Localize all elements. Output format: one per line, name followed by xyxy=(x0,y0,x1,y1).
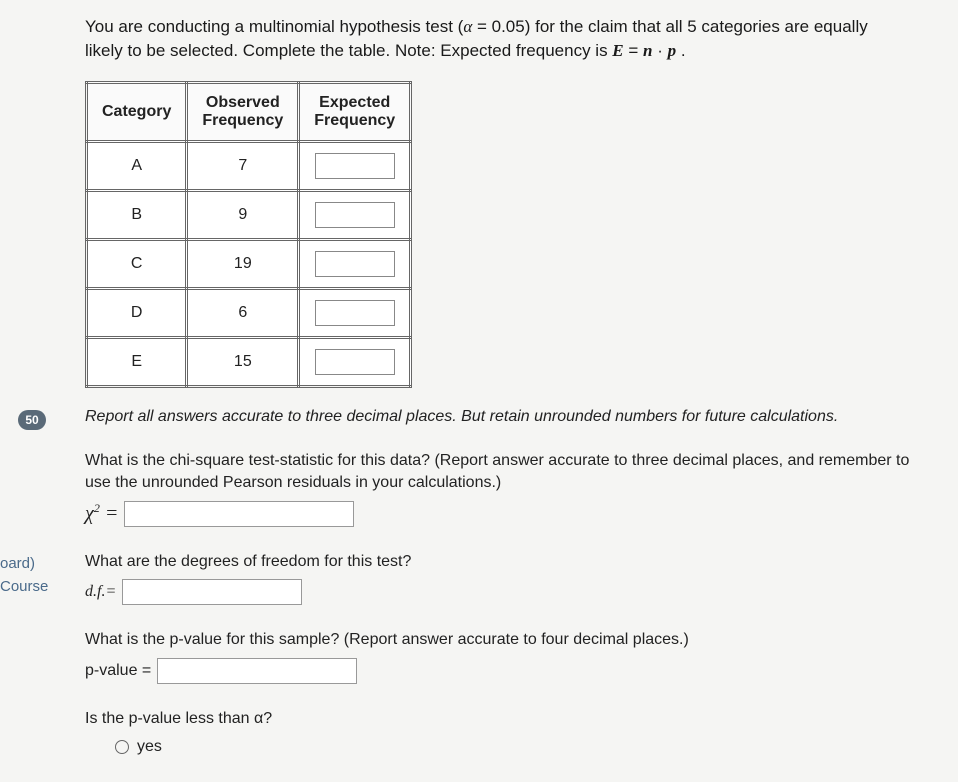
df-input[interactable] xyxy=(122,579,302,605)
intro-text-2: = 0.05) for the claim that all 5 categor… xyxy=(472,17,867,36)
header-expected-l2: Frequency xyxy=(314,112,395,129)
expected-input-d[interactable] xyxy=(315,300,395,326)
expected-input-e[interactable] xyxy=(315,349,395,375)
cell-category: C xyxy=(87,239,187,288)
question-number-badge: 50 xyxy=(18,410,46,430)
cell-observed: 7 xyxy=(187,141,299,190)
df-label: d.f.= xyxy=(85,583,116,601)
radio-circle-icon[interactable] xyxy=(115,740,129,754)
header-observed-l1: Observed xyxy=(206,94,280,111)
question-pvalue: What is the p-value for this sample? (Re… xyxy=(85,629,938,651)
pvalue-input[interactable] xyxy=(157,658,357,684)
cell-expected xyxy=(299,288,411,337)
chi-symbol: χ2 = xyxy=(85,501,118,526)
header-expected-l1: Expected xyxy=(319,94,390,111)
cell-observed: 6 xyxy=(187,288,299,337)
question-df: What are the degrees of freedom for this… xyxy=(85,551,938,573)
df-answer: d.f.= xyxy=(85,579,938,605)
cell-category: D xyxy=(87,288,187,337)
chi-square-input[interactable] xyxy=(124,501,354,527)
table-row: A 7 xyxy=(87,141,411,190)
cell-expected xyxy=(299,337,411,386)
pvalue-label: p-value = xyxy=(85,662,151,680)
question-compare-alpha: Is the p-value less than α? xyxy=(85,708,938,730)
table-row: E 15 xyxy=(87,337,411,386)
chi-eq: = xyxy=(100,503,119,525)
cell-category: B xyxy=(87,190,187,239)
cell-observed: 15 xyxy=(187,337,299,386)
expected-input-b[interactable] xyxy=(315,202,395,228)
intro-text-1: You are conducting a multinomial hypothe… xyxy=(85,17,463,36)
alpha-symbol: α xyxy=(463,17,472,36)
cell-category: A xyxy=(87,141,187,190)
question-content: You are conducting a multinomial hypothe… xyxy=(0,0,958,782)
sidebar-link-course[interactable]: Course xyxy=(0,578,48,595)
eq-sign: = xyxy=(624,41,643,60)
dot-op: · xyxy=(652,41,667,60)
frequency-table: Category ObservedFrequency ExpectedFrequ… xyxy=(85,81,412,388)
table-row: D 6 xyxy=(87,288,411,337)
chi-x: χ xyxy=(85,503,94,525)
period: . xyxy=(676,41,685,60)
E-var: E xyxy=(612,41,623,60)
expected-input-c[interactable] xyxy=(315,251,395,277)
header-observed-l2: Frequency xyxy=(202,112,283,129)
question-intro: You are conducting a multinomial hypothe… xyxy=(85,15,938,63)
header-category: Category xyxy=(87,82,187,141)
chi-square-answer: χ2 = xyxy=(85,501,938,527)
sidebar-links: oard) Course xyxy=(0,555,48,601)
cell-expected xyxy=(299,190,411,239)
cell-category: E xyxy=(87,337,187,386)
question-chi-square: What is the chi-square test-statistic fo… xyxy=(85,450,938,495)
pvalue-answer: p-value = xyxy=(85,658,938,684)
radio-yes-label: yes xyxy=(137,738,162,756)
cell-expected xyxy=(299,239,411,288)
radio-yes-option[interactable]: yes xyxy=(115,738,938,756)
header-expected: ExpectedFrequency xyxy=(299,82,411,141)
table-row: C 19 xyxy=(87,239,411,288)
table-header-row: Category ObservedFrequency ExpectedFrequ… xyxy=(87,82,411,141)
header-observed: ObservedFrequency xyxy=(187,82,299,141)
cell-observed: 9 xyxy=(187,190,299,239)
sidebar-link-board[interactable]: oard) xyxy=(0,555,48,572)
accuracy-note: Report all answers accurate to three dec… xyxy=(85,406,938,428)
cell-observed: 19 xyxy=(187,239,299,288)
expected-input-a[interactable] xyxy=(315,153,395,179)
p-var: p xyxy=(668,41,677,60)
table-row: B 9 xyxy=(87,190,411,239)
cell-expected xyxy=(299,141,411,190)
intro-text-3: likely to be selected. Complete the tabl… xyxy=(85,41,612,60)
